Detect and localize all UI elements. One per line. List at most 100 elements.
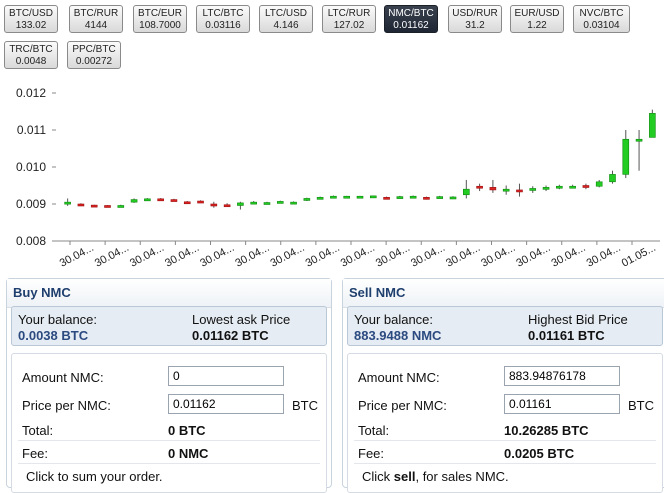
sell-price-unit: BTC [628, 398, 654, 413]
x-tick-label: 30.04... [269, 242, 307, 270]
candle-body [423, 197, 430, 200]
candle-body [463, 188, 470, 196]
sell-balance-box: Your balance: 883.9488 NMC Highest Bid P… [347, 306, 663, 346]
candle-body [569, 185, 576, 189]
candle-body [303, 198, 311, 201]
x-tick-label: 01.05... [620, 242, 658, 270]
y-tick-label: 0.011 [17, 123, 46, 137]
sell-panel-title: Sell NMC [343, 279, 664, 308]
pair-button-usd-rur[interactable]: USD/RUR 31.2 [448, 5, 502, 33]
y-tick-label: 0.009 [16, 197, 46, 211]
pair-price: 108.7000 [139, 20, 181, 31]
buy-fee-label: Fee: [22, 446, 49, 461]
candle-body [476, 185, 483, 189]
x-tick-label: 30.04... [304, 242, 342, 270]
highest-bid-value[interactable]: 0.01161 BTC [528, 328, 605, 343]
candle-body [622, 138, 630, 175]
candle-body [77, 203, 85, 207]
candle-body [635, 138, 643, 142]
candle-body [649, 113, 656, 138]
pair-price: 0.03116 [205, 20, 241, 31]
candle-body [223, 204, 231, 208]
pair-button-ltc-btc[interactable]: LTC/BTC 0.03116 [196, 5, 250, 33]
buy-price-input[interactable] [168, 394, 284, 414]
pair-name: NVC/BTC [579, 8, 624, 19]
candle-body [316, 197, 324, 200]
candle-body [237, 202, 244, 206]
pair-button-nvc-btc[interactable]: NVC/BTC 0.03104 [573, 5, 630, 33]
x-tick-label: 30.04... [585, 242, 623, 270]
pair-name: NMC/BTC [388, 8, 434, 19]
candle-body [250, 201, 257, 205]
pair-name: LTC/RUR [327, 8, 371, 19]
buy-balance-value[interactable]: 0.0038 BTC [18, 328, 88, 343]
sell-hint-suffix: , for sales NMC. [415, 469, 509, 484]
pair-price: 0.0048 [15, 56, 47, 67]
candle-body [516, 189, 523, 193]
pair-name: USD/RUR [452, 8, 498, 19]
pair-button-ppc-btc[interactable]: PPC/BTC 0.00272 [67, 41, 121, 69]
sell-amount-input[interactable] [504, 366, 620, 386]
pair-button-trc-btc[interactable]: TRC/BTC 0.0048 [4, 41, 58, 69]
candle-body [356, 195, 364, 199]
sell-total-label: Total: [358, 423, 390, 438]
pair-price: 0.00272 [75, 56, 113, 67]
sell-hint-link[interactable]: sell [394, 469, 416, 484]
sell-balance-label: Your balance: [354, 312, 434, 327]
candle-body [383, 197, 390, 200]
x-tick-label: 30.04... [374, 242, 412, 270]
buy-total-value: 0 BTC [168, 423, 206, 438]
candle-body [502, 188, 510, 192]
x-tick-label: 30.04... [128, 242, 166, 270]
pair-button-ltc-usd[interactable]: LTC/USD 4.146 [259, 5, 313, 33]
candle-body [64, 201, 71, 205]
price-chart: 0.0120.0110.0100.0090.00830.04...30.04..… [16, 86, 660, 270]
candle-body [210, 203, 218, 207]
candle-body [343, 195, 351, 199]
x-tick-label: 30.04... [339, 242, 377, 270]
candle-body [90, 204, 98, 208]
candle-body [556, 185, 563, 189]
x-tick-label: 30.04... [409, 242, 447, 270]
candle-body [197, 200, 204, 204]
x-tick-label: 30.04... [93, 242, 131, 270]
buy-amount-input[interactable] [168, 366, 284, 386]
pair-name: TRC/BTC [9, 44, 53, 55]
x-tick-label: 30.04... [514, 242, 552, 270]
sell-price-input[interactable] [504, 394, 620, 414]
divider [18, 463, 320, 464]
lowest-ask-value[interactable]: 0.01162 BTC [192, 328, 269, 343]
candle-body [436, 196, 444, 199]
candle-body [595, 181, 603, 187]
buy-balance-label: Your balance: [18, 312, 98, 327]
pair-button-nmc-btc[interactable]: NMC/BTC 0.01162 [384, 5, 438, 33]
pair-button-eur-usd[interactable]: EUR/USD 1.22 [510, 5, 564, 33]
sell-panel: Sell NMC Your balance: 883.9488 NMC High… [342, 278, 664, 493]
divider [354, 440, 656, 441]
x-tick-label: 30.04... [163, 242, 201, 270]
pair-button-ltc-rur[interactable]: LTC/RUR 127.02 [322, 5, 376, 33]
candle-body [104, 205, 111, 208]
sell-balance-value[interactable]: 883.9488 NMC [354, 328, 441, 343]
divider [18, 440, 320, 441]
sell-hint-prefix: Click [362, 469, 394, 484]
pair-price: 127.02 [333, 20, 365, 31]
candle-body [529, 188, 537, 191]
highest-bid-label: Highest Bid Price [528, 312, 628, 327]
candle-body [130, 199, 138, 203]
buy-panel: Buy NMC Your balance: 0.0038 BTC Lowest … [6, 278, 332, 493]
x-tick-label: 30.04... [58, 242, 96, 270]
pair-name: BTC/RUR [73, 8, 119, 19]
buy-amount-label: Amount NMC: [22, 370, 104, 385]
x-tick-label: 30.04... [444, 242, 482, 270]
candle-body [170, 199, 178, 202]
buy-fee-value: 0 NMC [168, 446, 209, 461]
candle-body [369, 195, 377, 199]
pair-button-btc-usd[interactable]: BTC/USD 133.02 [4, 5, 58, 33]
buy-form: Amount NMC: Price per NMC: BTC Total: 0 … [11, 353, 327, 493]
candle-body [117, 205, 125, 208]
pair-button-btc-rur[interactable]: BTC/RUR 4144 [69, 5, 123, 33]
pair-button-btc-eur[interactable]: BTC/EUR 108.7000 [133, 5, 187, 33]
lowest-ask-label: Lowest ask Price [192, 312, 291, 327]
buy-panel-title: Buy NMC [7, 279, 331, 308]
